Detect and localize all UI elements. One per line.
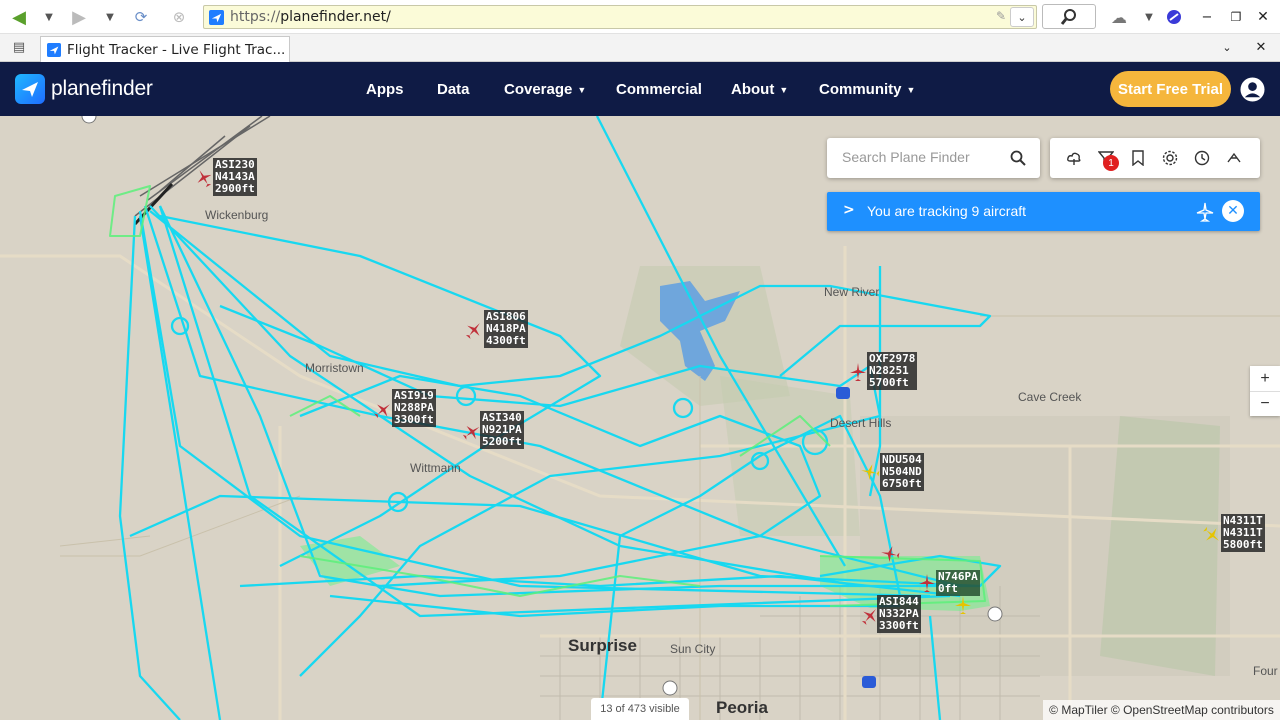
user-account-icon[interactable] xyxy=(1240,77,1265,102)
nav-commercial[interactable]: Commercial xyxy=(616,81,702,98)
settings-gear-icon[interactable] xyxy=(1162,150,1178,166)
tab-list-icon[interactable]: ▤ xyxy=(8,37,30,57)
tab-title: Flight Tracker - Live Flight Trac... xyxy=(67,41,286,58)
zoom-in-button[interactable]: + xyxy=(1250,366,1280,391)
tab-overflow-chevron-icon[interactable]: ⌄ xyxy=(1216,37,1238,57)
place-label: Sun City xyxy=(670,642,716,656)
chevron-down-icon: ▼ xyxy=(577,84,587,95)
nav-community[interactable]: Community ▼ xyxy=(819,81,915,98)
map-search[interactable]: Search Plane Finder xyxy=(827,138,1040,178)
forward-history-chevron-icon[interactable]: ▼ xyxy=(99,7,121,27)
flight-map[interactable]: Wickenburg Morristown Wittmann New River… xyxy=(0,116,1280,720)
back-icon[interactable]: ◀ xyxy=(8,7,30,28)
aircraft-marker-icon[interactable] xyxy=(1202,525,1222,545)
zoom-out-button[interactable]: − xyxy=(1250,391,1280,416)
stop-icon[interactable]: ⊗ xyxy=(168,7,190,27)
url-dropdown-button[interactable]: ⌄ xyxy=(1010,7,1034,27)
nav-apps[interactable]: Apps xyxy=(366,81,404,98)
aircraft-label[interactable]: N746PA 0ft xyxy=(936,570,980,596)
chevron-down-icon: ▼ xyxy=(779,84,789,95)
zoom-control: + − xyxy=(1250,366,1280,416)
aircraft-label[interactable]: ASI919 N288PA 3300ft xyxy=(392,389,436,427)
aircraft-marker-icon[interactable] xyxy=(462,422,482,442)
browser-logo-icon[interactable] xyxy=(1163,7,1185,27)
site-header: planefinder Apps Data Coverage ▼ Commerci… xyxy=(0,62,1280,116)
filter-count-badge: 1 xyxy=(1103,155,1119,171)
search-engine-button[interactable] xyxy=(1042,4,1096,29)
weather-cloud-icon[interactable] xyxy=(1066,150,1082,166)
aircraft-label[interactable]: NDU504 N504ND 6750ft xyxy=(880,453,924,491)
extension-chevron-icon[interactable]: ▼ xyxy=(1138,7,1160,27)
aircraft-marker-icon[interactable] xyxy=(464,320,484,340)
place-label: New River xyxy=(824,285,880,299)
place-label: Wickenburg xyxy=(205,208,269,222)
aircraft-label[interactable]: N4311T N4311T 5800ft xyxy=(1221,514,1265,552)
tracking-text: You are tracking 9 aircraft xyxy=(867,203,1027,219)
logo-text: planefinder xyxy=(51,77,153,100)
aircraft-marker-icon[interactable] xyxy=(860,462,880,482)
address-bar[interactable]: https://planefinder.net/ ✎ ⌄ xyxy=(203,5,1037,29)
forward-icon[interactable]: ▶ xyxy=(68,7,90,28)
aircraft-marker-icon[interactable] xyxy=(848,362,868,382)
aircraft-marker-icon[interactable] xyxy=(953,595,973,615)
map-attribution[interactable]: © MapTiler © OpenStreetMap contributors xyxy=(1043,700,1280,720)
close-window-icon[interactable]: ✕ xyxy=(1252,7,1274,27)
magnifier-icon xyxy=(1060,8,1076,25)
tab-flight-tracker[interactable]: Flight Tracker - Live Flight Trac... xyxy=(40,36,290,62)
aircraft-label[interactable]: ASI340 N921PA 5200ft xyxy=(480,411,524,449)
aircraft-marker-icon[interactable] xyxy=(880,544,900,564)
aircraft-label[interactable]: ASI230 N4143A 2900ft xyxy=(213,158,257,196)
aircraft-marker-icon[interactable] xyxy=(917,573,937,593)
aircraft-label[interactable]: OXF2978 N28251 5700ft xyxy=(867,352,918,390)
minimize-icon[interactable]: − xyxy=(1196,7,1218,27)
place-label: Peoria xyxy=(716,698,768,717)
tracking-bar[interactable]: > You are tracking 9 aircraft ✕ xyxy=(827,192,1260,231)
search-placeholder: Search Plane Finder xyxy=(842,149,970,165)
history-icon[interactable] xyxy=(1194,150,1210,166)
3d-view-icon[interactable] xyxy=(1226,150,1242,166)
place-label: Wittmann xyxy=(410,461,461,475)
restore-icon[interactable]: ❐ xyxy=(1225,7,1247,27)
place-label: Desert Hills xyxy=(830,416,892,430)
aircraft-marker-icon[interactable] xyxy=(194,168,214,188)
site-favicon-icon xyxy=(209,10,224,25)
nav-about[interactable]: About ▼ xyxy=(731,81,788,98)
place-label: Cave Creek xyxy=(1018,390,1082,404)
extension-icon[interactable]: ☁ xyxy=(1108,7,1130,27)
chevron-down-icon: ▼ xyxy=(906,84,916,95)
aircraft-label[interactable]: ASI806 N418PA 4300ft xyxy=(484,310,528,348)
nav-coverage[interactable]: Coverage ▼ xyxy=(504,81,586,98)
close-tab-icon[interactable]: ✕ xyxy=(1250,37,1272,57)
url-text: https://planefinder.net/ xyxy=(230,9,391,25)
map-tools xyxy=(1050,138,1260,178)
search-icon[interactable] xyxy=(1010,150,1026,166)
place-label: Four xyxy=(1253,664,1278,678)
place-label: Morristown xyxy=(305,361,364,375)
tab-bar: ▤ Flight Tracker - Live Flight Trac... ⌄… xyxy=(0,34,1280,62)
planefinder-logo[interactable]: planefinder xyxy=(15,74,153,104)
reload-icon[interactable]: ⟳ xyxy=(130,7,152,27)
aircraft-marker-icon[interactable] xyxy=(373,400,393,420)
logo-plane-icon xyxy=(15,74,45,104)
plane-outline-icon[interactable] xyxy=(1195,202,1215,222)
back-history-chevron-icon[interactable]: ▼ xyxy=(38,7,60,27)
visible-aircraft-count: 13 of 473 visible xyxy=(591,698,689,720)
aircraft-label[interactable]: ASI844 N332PA 3300ft xyxy=(877,595,921,633)
pin-icon[interactable]: ✎ xyxy=(996,9,1006,23)
bookmark-icon[interactable] xyxy=(1130,150,1146,166)
chevron-right-icon[interactable]: > xyxy=(843,202,855,218)
nav-data[interactable]: Data xyxy=(437,81,470,98)
close-tracking-button[interactable]: ✕ xyxy=(1222,200,1244,222)
place-label: Surprise xyxy=(568,636,637,655)
browser-toolbar: ◀ ▼ ▶ ▼ ⟳ ⊗ https://planefinder.net/ ✎ ⌄… xyxy=(0,0,1280,34)
tab-favicon-icon xyxy=(47,42,61,57)
start-free-trial-button[interactable]: Start Free Trial xyxy=(1110,71,1231,107)
